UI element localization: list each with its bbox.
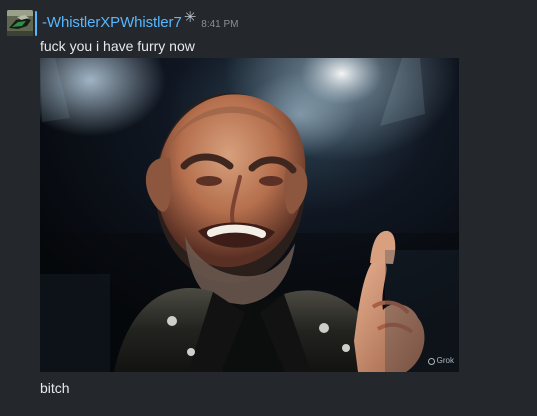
- sparkle-icon: ✳: [183, 8, 197, 26]
- chat-message: -WhistlerXPWhistler7 ✳ 8:41 PM fuck you …: [0, 0, 537, 416]
- username[interactable]: -WhistlerXPWhistler7: [42, 13, 182, 33]
- message-header: -WhistlerXPWhistler7 ✳ 8:41 PM: [42, 8, 239, 33]
- chat-window: -WhistlerXPWhistler7 ✳ 8:41 PM fuck you …: [0, 0, 537, 416]
- message-accent-bar: [35, 11, 37, 36]
- timestamp: 8:41 PM: [201, 19, 239, 30]
- avatar[interactable]: [7, 10, 33, 36]
- image-illustration: [40, 58, 459, 372]
- message-image[interactable]: Grok: [40, 58, 459, 372]
- image-watermark: Grok: [427, 356, 454, 366]
- message-text-second: bitch: [40, 380, 70, 396]
- avatar-icon: [7, 10, 33, 36]
- watermark-text: Grok: [436, 356, 454, 365]
- message-text: fuck you i have furry now: [40, 38, 195, 54]
- grok-logo-icon: [427, 357, 435, 365]
